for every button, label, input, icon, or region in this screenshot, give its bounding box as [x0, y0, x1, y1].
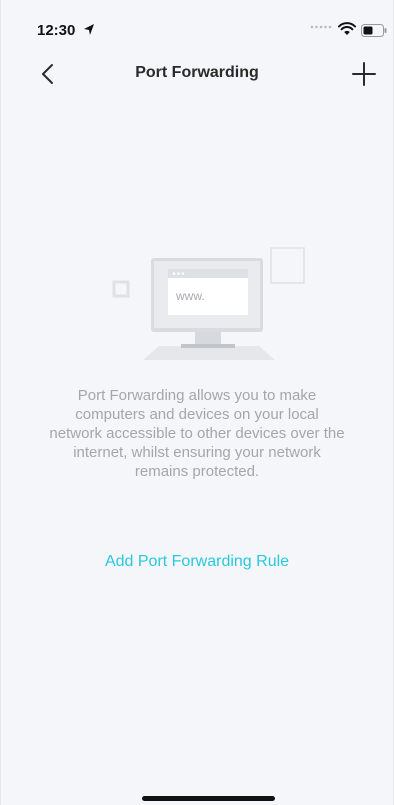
monitor-stand [195, 332, 221, 344]
page-title: Port Forwarding [135, 64, 259, 81]
empty-state-illustration: www. [112, 247, 305, 360]
empty-state-description: Port Forwarding allows you to make compu… [49, 387, 345, 480]
cellular-signal-icon [310, 25, 332, 29]
status-time: 12:30 [37, 22, 76, 39]
battery-icon [361, 24, 387, 37]
navigation-bar: Port Forwarding [1, 52, 393, 96]
monitor-base [181, 344, 235, 348]
add-plus-icon[interactable] [351, 61, 377, 87]
status-bar: 12:30 [1, 0, 393, 44]
home-indicator[interactable] [142, 796, 275, 801]
add-port-forwarding-rule-link[interactable]: Add Port Forwarding Rule [1, 553, 393, 571]
decorative-square [270, 247, 305, 284]
browser-url-text: www. [175, 289, 205, 303]
desk-shape [143, 346, 275, 360]
location-arrow-icon [84, 24, 94, 35]
app-screen: 12:30 Port Forwarding www. Port Forwardi… [0, 0, 394, 805]
decorative-square [112, 280, 130, 298]
browser-titlebar [168, 269, 248, 278]
wifi-icon [338, 22, 356, 35]
